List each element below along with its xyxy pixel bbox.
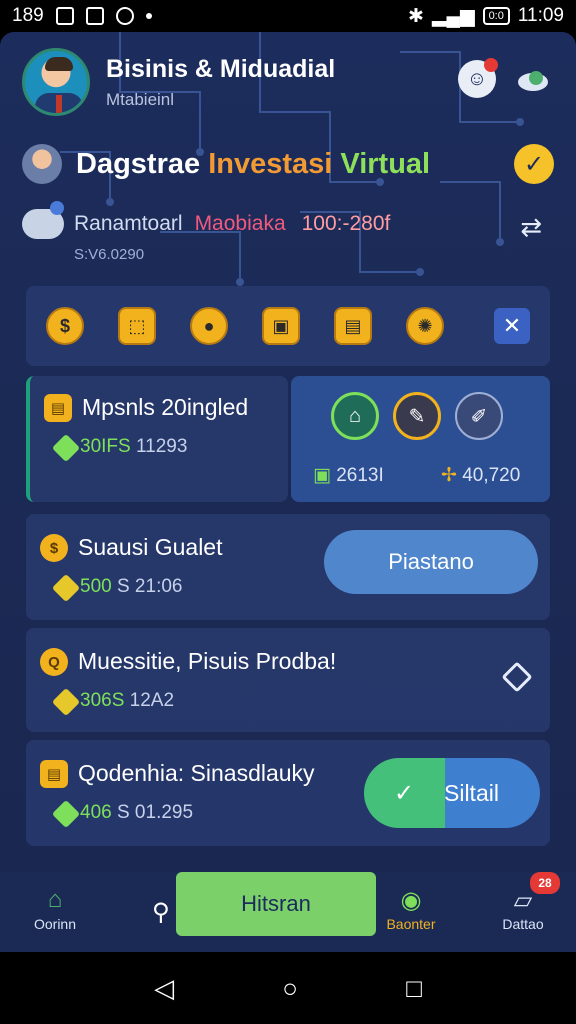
pen-icon[interactable]: ✎ [393, 392, 441, 440]
check-icon: ✓ [393, 779, 415, 807]
coin-icon: ▤ [40, 760, 68, 788]
search-coin-icon: Q [40, 648, 68, 676]
home-icon: ⌂ [47, 886, 63, 913]
app-subtitle: Mtabieinl [106, 89, 175, 109]
home-chart-icon[interactable]: ⌂ [331, 392, 379, 440]
card-strategy[interactable]: ▤ Qodenhia: Sinasdlauky 406 S 01.295 ✓ S… [26, 740, 550, 846]
bottom-navigation: ⌂ Oorinn ⚲ Hitsran ◉ Baonter ▱ Dattao 28 [0, 872, 576, 952]
gold-coin-icon[interactable]: ● [190, 307, 228, 345]
gem-icon [51, 573, 81, 603]
nav-center-button[interactable]: Hitsran [176, 872, 376, 936]
app-header: Bisinis & Miduadial Mtabieinl ☺ [22, 46, 554, 118]
stat-value-2: ✢ 40,720 [441, 465, 521, 486]
gallery-icon [55, 7, 74, 25]
signal-icon: ▂▄▆ [431, 5, 475, 27]
system-navigation-bar: ◁ ○ □ [0, 952, 576, 1024]
status-clock: 11:09 [517, 5, 564, 26]
card-stats[interactable]: ⌂ ✎ ✐ ▣ 2613I ✢ 40,720 [291, 376, 550, 502]
avatar[interactable] [22, 48, 90, 116]
check-icon[interactable]: ✓ [514, 144, 554, 184]
globe-icon: ◉ [400, 887, 422, 914]
status-time-left: 189 [12, 5, 44, 26]
banner-subvalue: S:V6.0290 [74, 246, 145, 263]
card-action-button[interactable]: Piastano [324, 530, 538, 594]
card-title: Muessitie, Pisuis Prodba! [78, 648, 337, 674]
banner-label-highlight: Maobiaka [194, 212, 286, 235]
status-bar: 189 ✱ ▂▄▆ 0:0 11:09 [0, 0, 576, 32]
card-meta: 306S 12A2 [80, 690, 175, 711]
gem-icon [51, 799, 81, 829]
notification-badge: 28 [530, 872, 560, 894]
card-meta: 406 S 01.295 [80, 802, 194, 823]
lock-icon[interactable]: ⬚ [118, 307, 156, 345]
confirm-button[interactable]: ✓ Siltail [364, 758, 540, 828]
nav-sheet[interactable]: ◉ Baonter [366, 886, 456, 932]
cloud-gear-icon [22, 201, 64, 239]
card-title: Qodenhia: Sinasdlauky [78, 760, 315, 786]
wallet-icon[interactable]: ▣ [262, 307, 300, 345]
dollar-coin-icon: $ [40, 534, 68, 562]
close-icon[interactable]: ✕ [494, 308, 530, 344]
notification-bell-icon[interactable]: ☺ [458, 58, 498, 98]
card-meta: 30IFS 11293 [80, 436, 188, 457]
back-icon[interactable]: ◁ [154, 973, 174, 1004]
app-title: Bisinis & Miduadial [106, 54, 336, 83]
battery-icon: 0:0 [482, 7, 510, 25]
investment-banner: Dagstrae Investasi Virtual ✓ Ranamtoarl … [22, 136, 554, 276]
edit-icon[interactable]: ✐ [455, 392, 503, 440]
tool-toolbar: $ ⬚ ● ▣ ▤ ✺ ✕ [26, 286, 550, 366]
search-icon[interactable]: ⚲ [152, 898, 170, 927]
coin-icon: ▤ [44, 394, 72, 422]
home-circle-icon[interactable]: ○ [282, 973, 298, 1004]
banner-value: 100:-280f [301, 212, 391, 235]
camera-icon [85, 7, 104, 25]
bluetooth-icon: ✱ [407, 5, 424, 27]
card-business-summary[interactable]: ▤ Mpsnls 20ingled 30IFS 11293 [26, 376, 288, 502]
person-icon [22, 144, 62, 184]
stat-value-1: ▣ 2613I [313, 465, 384, 486]
card-production[interactable]: Q Muessitie, Pisuis Prodba! 306S 12A2 [26, 628, 550, 732]
record-icon [115, 7, 134, 25]
card-wallet[interactable]: $ Suausi Gualet 500 S 21:06 Piastano [26, 514, 550, 620]
recents-icon[interactable]: □ [406, 973, 422, 1004]
app-screen: Bisinis & Miduadial Mtabieinl ☺ Dagstrae… [0, 32, 576, 952]
diamond-toggle-icon[interactable] [501, 661, 533, 693]
nav-home[interactable]: ⌂ Oorinn [10, 886, 100, 932]
gem-icon [51, 433, 81, 463]
card-title: Mpsnls 20ingled [82, 394, 249, 420]
expand-arrow-icon[interactable]: ⇄ [520, 212, 542, 243]
card-title: Suausi Gualet [78, 534, 223, 560]
card-meta: 500 S 21:06 [80, 576, 183, 597]
banner-label: Ranamtoarl [74, 212, 183, 235]
dollar-coin-icon[interactable]: $ [46, 307, 84, 345]
banner-title: Dagstrae Investasi Virtual [76, 147, 431, 180]
chart-icon[interactable]: ▤ [334, 307, 372, 345]
notification-dot-icon [145, 13, 152, 19]
gear-icon[interactable]: ✺ [406, 307, 444, 345]
gem-icon [51, 687, 81, 717]
cloud-sync-icon[interactable] [514, 60, 552, 98]
